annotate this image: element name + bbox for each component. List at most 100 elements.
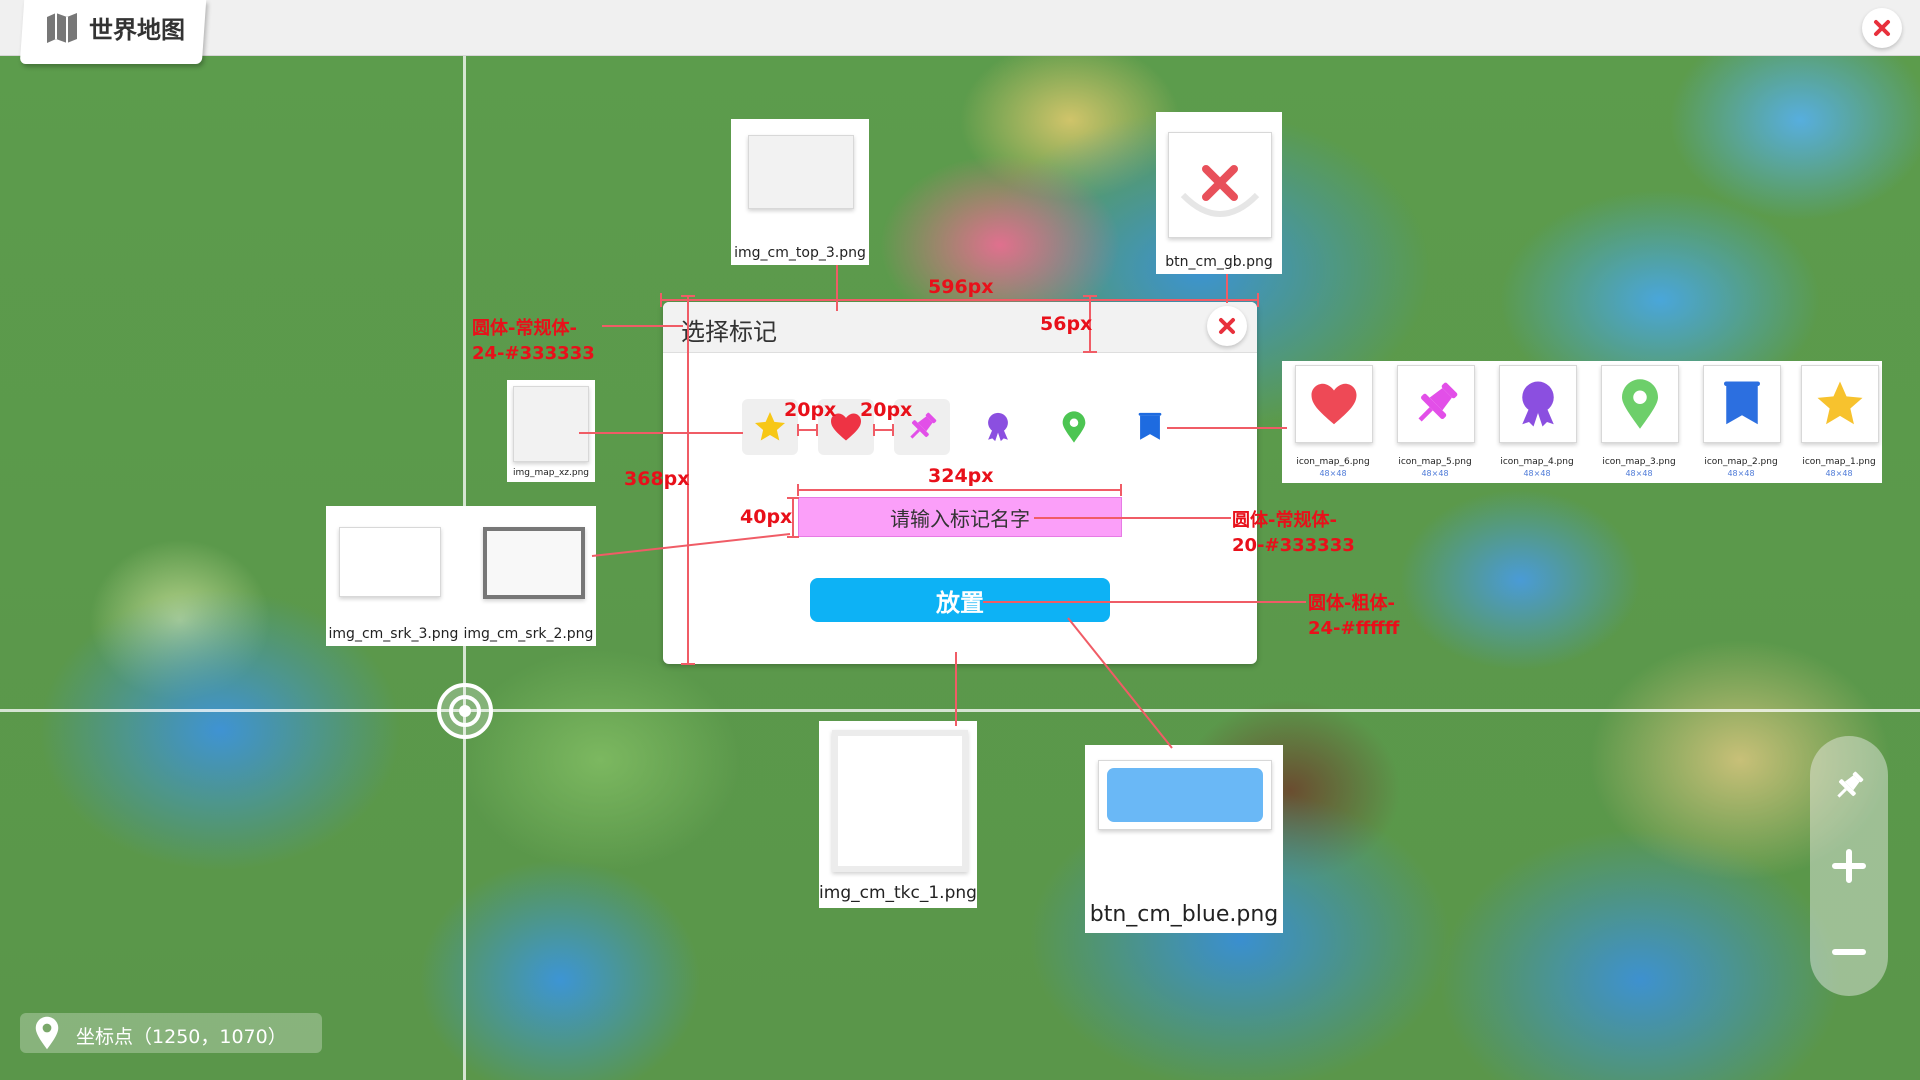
marker-name-placeholder: 请输入标记名字 (890, 506, 1030, 531)
top-close-button[interactable] (1862, 8, 1902, 48)
asset-label: img_cm_tkc_1.png (819, 883, 977, 903)
icon-strip-item: icon_map_4.png 48×48 (1494, 365, 1580, 478)
close-icon (1219, 318, 1235, 334)
icon-size: 48×48 (1825, 469, 1853, 478)
icon-size: 48×48 (1523, 469, 1551, 478)
icon-strip-item: icon_map_6.png 48×48 (1290, 365, 1376, 478)
title-bar-thumbnail (748, 135, 854, 209)
asset-btn-cm-blue: btn_cm_blue.png (1085, 745, 1283, 933)
coordinate-value: （1250，1070） (133, 1026, 287, 1048)
icon-size: 48×48 (1727, 469, 1755, 478)
icon-filename: icon_map_4.png (1500, 457, 1574, 467)
place-button-label: 放置 (936, 588, 984, 617)
location-pin-icon (1622, 379, 1658, 429)
place-button[interactable]: 放置 (810, 578, 1110, 622)
title-area: 世界地图 (45, 10, 185, 45)
width-annotation-596: 596px (928, 276, 994, 298)
icon-filename: icon_map_1.png (1802, 457, 1876, 467)
zoom-in-icon (1832, 849, 1866, 883)
location-pin-icon (35, 1016, 59, 1050)
height-annotation-56: 56px (1040, 313, 1093, 335)
icon-frame (1801, 365, 1879, 443)
icon-frame (1499, 365, 1577, 443)
asset-label: img_cm_srk_2.png (463, 626, 594, 642)
width-annotation-324: 324px (928, 465, 994, 487)
icon-strip-item: icon_map_3.png 48×48 (1596, 365, 1682, 478)
annotation-line: 圆体-常规体- (1232, 510, 1337, 531)
annotation-line: 24-#ffffff (1308, 618, 1400, 639)
height-annotation-40: 40px (740, 506, 793, 528)
zoom-in-button[interactable] (1829, 846, 1869, 886)
crosshair-icon[interactable] (433, 679, 497, 743)
star-icon (1817, 381, 1863, 425)
icon-frame (1703, 365, 1781, 443)
asset-label: img_map_xz.png (512, 468, 590, 478)
height-annotation-368: 368px (624, 468, 690, 490)
asset-input-frames: img_cm_srk_3.png img_cm_srk_2.png (326, 506, 596, 646)
popup-frame-thumbnail (832, 730, 968, 872)
map-controls-panel (1810, 736, 1888, 996)
asset-img-cm-tkc-1: img_cm_tkc_1.png (819, 721, 977, 908)
gap-annotation-20b: 20px (860, 399, 913, 421)
horizontal-guide-line (0, 709, 1920, 712)
title-font-annotation: 圆体-常规体- 24-#333333 (472, 316, 595, 366)
annotation-line: 20-#333333 (1232, 535, 1355, 556)
location-pin-icon (1062, 411, 1086, 443)
close-icon (1874, 20, 1890, 36)
asset-img-cm-top-3: img_cm_top_3.png (731, 119, 869, 265)
input-frame-thumbnail (339, 527, 441, 597)
blue-button-shape (1107, 768, 1263, 822)
icon-strip-item: icon_map_2.png 48×48 (1698, 365, 1784, 478)
asset-btn-cm-gb: btn_cm_gb.png (1156, 112, 1282, 274)
asset-img-map-xz: img_map_xz.png (507, 380, 595, 482)
button-font-annotation: 圆体-粗体- 24-#ffffff (1308, 591, 1399, 641)
page-title: 世界地图 (89, 16, 185, 44)
icon-size: 48×48 (1421, 469, 1449, 478)
icon-frame (1601, 365, 1679, 443)
icon-frame (1295, 365, 1373, 443)
coordinate-label: 坐标点 (76, 1026, 134, 1048)
gap-annotation-20a: 20px (784, 399, 837, 421)
annotation-line: 圆体-粗体- (1308, 593, 1395, 614)
annotation-line: 24-#333333 (472, 343, 595, 364)
marker-name-input[interactable]: 请输入标记名字 (798, 497, 1122, 537)
marker-option-location-pin[interactable] (1046, 399, 1102, 455)
icon-filename: icon_map_6.png (1296, 457, 1370, 467)
pushpin-icon (1418, 382, 1458, 422)
zoom-out-button[interactable] (1829, 932, 1869, 972)
ribbon-badge-icon (988, 412, 1008, 442)
icon-filename: icon_map_5.png (1398, 457, 1472, 467)
pushpin-icon (1837, 771, 1864, 798)
icon-filename: icon_map_3.png (1602, 457, 1676, 467)
heart-icon (1311, 383, 1357, 425)
folded-map-icon (47, 12, 77, 43)
asset-label: btn_cm_gb.png (1165, 254, 1273, 270)
add-marker-button[interactable] (1829, 766, 1869, 806)
star-icon (755, 412, 785, 441)
dialog-header: 选择标记 (663, 302, 1257, 353)
annotation-line: 圆体-常规体- (472, 318, 577, 339)
marker-option-ribbon-badge[interactable] (970, 399, 1026, 455)
input-font-annotation: 圆体-常规体- 20-#333333 (1232, 508, 1355, 558)
ribbon-badge-icon (1522, 381, 1554, 427)
dialog-title: 选择标记 (681, 318, 777, 346)
asset-label: img_cm_srk_3.png (328, 626, 459, 642)
icon-size: 48×48 (1319, 469, 1347, 478)
close-icon (1180, 165, 1260, 217)
asset-label: img_cm_top_3.png (734, 245, 866, 261)
asset-label: btn_cm_blue.png (1089, 902, 1279, 927)
icon-strip: icon_map_6.png 48×48 icon_map_5.png 48×4… (1282, 361, 1882, 483)
top-bar (0, 0, 1920, 56)
icon-strip-item: icon_map_5.png 48×48 (1392, 365, 1478, 478)
marker-option-banner[interactable] (1122, 399, 1178, 455)
selection-thumbnail (513, 386, 589, 462)
icon-filename: icon_map_2.png (1704, 457, 1778, 467)
dialog-close-button[interactable] (1207, 306, 1247, 346)
close-button-thumbnail (1168, 132, 1272, 238)
icon-frame (1397, 365, 1475, 443)
icon-strip-item: icon_map_1.png 48×48 (1796, 365, 1882, 478)
blue-button-thumbnail (1098, 760, 1272, 830)
banner-icon (1138, 412, 1162, 440)
coordinate-text: 坐标点（1250，1070） (76, 1022, 287, 1049)
icon-size: 48×48 (1625, 469, 1653, 478)
